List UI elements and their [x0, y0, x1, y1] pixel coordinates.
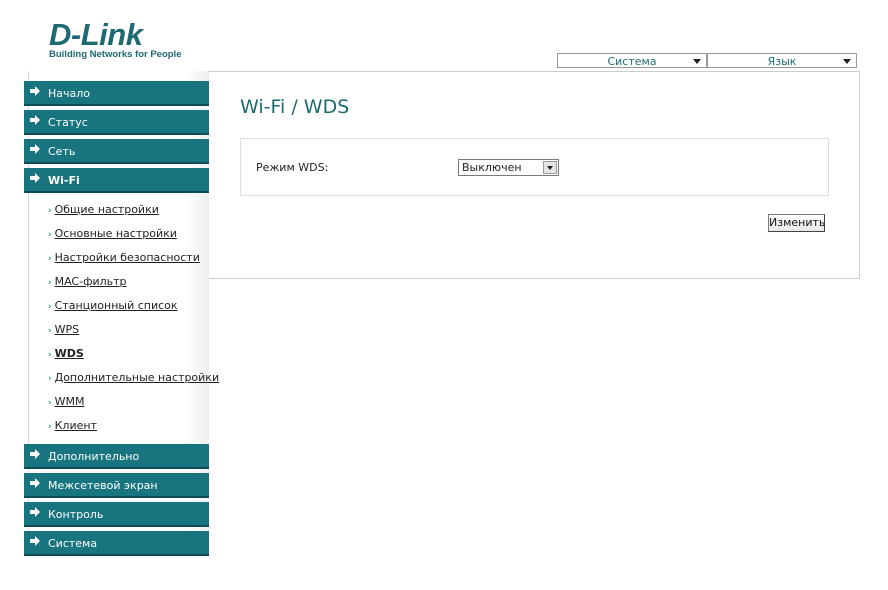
sidebar-item-label: Wi-Fi [48, 174, 80, 187]
logo-brand: D-Link [49, 17, 143, 52]
wds-mode-select[interactable]: Выключен [458, 159, 559, 176]
language-menu-dropdown[interactable]: Язык [707, 53, 857, 68]
sidebar-subitem-wps[interactable]: › WPS [48, 323, 79, 336]
bullet-icon: › [48, 302, 52, 312]
sidebar-subitem-label: MAC-фильтр [54, 275, 127, 288]
sidebar-item-status[interactable]: Статус [24, 110, 209, 135]
sidebar-item-label: Начало [48, 87, 91, 100]
system-menu-dropdown[interactable]: Система [557, 53, 707, 68]
sidebar-subitem-station-list[interactable]: › Станционный список [48, 299, 178, 312]
arrow-right-icon [30, 86, 40, 96]
system-menu-label: Система [607, 55, 657, 68]
sidebar-subitem-wmm[interactable]: › WMM [48, 395, 84, 408]
arrow-right-icon [30, 507, 40, 517]
arrow-right-icon [30, 144, 40, 154]
sidebar-item-label: Межсетевой экран [48, 479, 158, 492]
bullet-icon: › [48, 374, 52, 384]
sidebar-subitem-label: Настройки безопасности [54, 251, 200, 264]
sidebar-subitem-label: Станционный список [54, 299, 178, 312]
arrow-right-icon [30, 536, 40, 546]
sidebar-item-label: Контроль [48, 508, 104, 521]
sidebar-subitem-label: WDS [54, 347, 84, 360]
arrow-right-icon [30, 449, 40, 459]
wds-mode-value: Выключен [462, 161, 522, 174]
bullet-icon: › [48, 350, 52, 360]
chevron-down-icon [543, 161, 557, 174]
sidebar-item-control[interactable]: Контроль [24, 502, 209, 527]
dlink-logo: D-Link Building Networks for People [49, 17, 182, 60]
page-title: Wi-Fi / WDS [240, 96, 350, 118]
sidebar-item-network[interactable]: Сеть [24, 139, 209, 164]
bullet-icon: › [48, 422, 52, 432]
sidebar-subitem-advanced[interactable]: › Дополнительные настройки [48, 371, 219, 384]
sidebar-subitem-label: WPS [54, 323, 80, 336]
sidebar-subitem-client[interactable]: › Клиент [48, 419, 97, 432]
sidebar-item-label: Дополнительно [48, 450, 140, 463]
sidebar-subitem-wds[interactable]: › WDS [48, 347, 84, 360]
sidebar-subitem-label: WMM [54, 395, 85, 408]
sidebar-item-wifi[interactable]: Wi-Fi [24, 168, 209, 193]
bullet-icon: › [48, 326, 52, 336]
sidebar-subitem-general[interactable]: › Общие настройки [48, 203, 159, 216]
sidebar-subitem-label: Основные настройки [54, 227, 177, 240]
apply-button[interactable]: Изменить [768, 214, 825, 232]
bullet-icon: › [48, 278, 52, 288]
sidebar-item-home[interactable]: Начало [24, 81, 209, 106]
bullet-icon: › [48, 230, 52, 240]
bullet-icon: › [48, 398, 52, 408]
bullet-icon: › [48, 206, 52, 216]
chevron-down-icon [693, 59, 701, 64]
sidebar-subitem-basic[interactable]: › Основные настройки [48, 227, 177, 240]
sidebar-item-label: Система [48, 537, 98, 550]
sidebar-subitem-label: Клиент [54, 419, 97, 432]
arrow-right-icon [30, 173, 40, 183]
arrow-right-icon [30, 478, 40, 488]
sidebar-subitem-label: Общие настройки [54, 203, 159, 216]
sidebar-item-label: Сеть [48, 145, 76, 158]
sidebar-item-system[interactable]: Система [24, 531, 209, 556]
sidebar-item-label: Статус [48, 116, 88, 129]
wds-mode-label: Режим WDS: [256, 161, 329, 174]
sidebar-subitem-security[interactable]: › Настройки безопасности [48, 251, 200, 264]
sidebar-subitem-label: Дополнительные настройки [54, 371, 220, 384]
sidebar-subitem-mac-filter[interactable]: › MAC-фильтр [48, 275, 127, 288]
logo-tagline: Building Networks for People [49, 49, 182, 60]
language-menu-label: Язык [767, 55, 797, 68]
bullet-icon: › [48, 254, 52, 264]
sidebar-item-firewall[interactable]: Межсетевой экран [24, 473, 209, 498]
sidebar-item-advanced[interactable]: Дополнительно [24, 444, 209, 469]
chevron-down-icon [843, 59, 851, 64]
arrow-right-icon [30, 115, 40, 125]
